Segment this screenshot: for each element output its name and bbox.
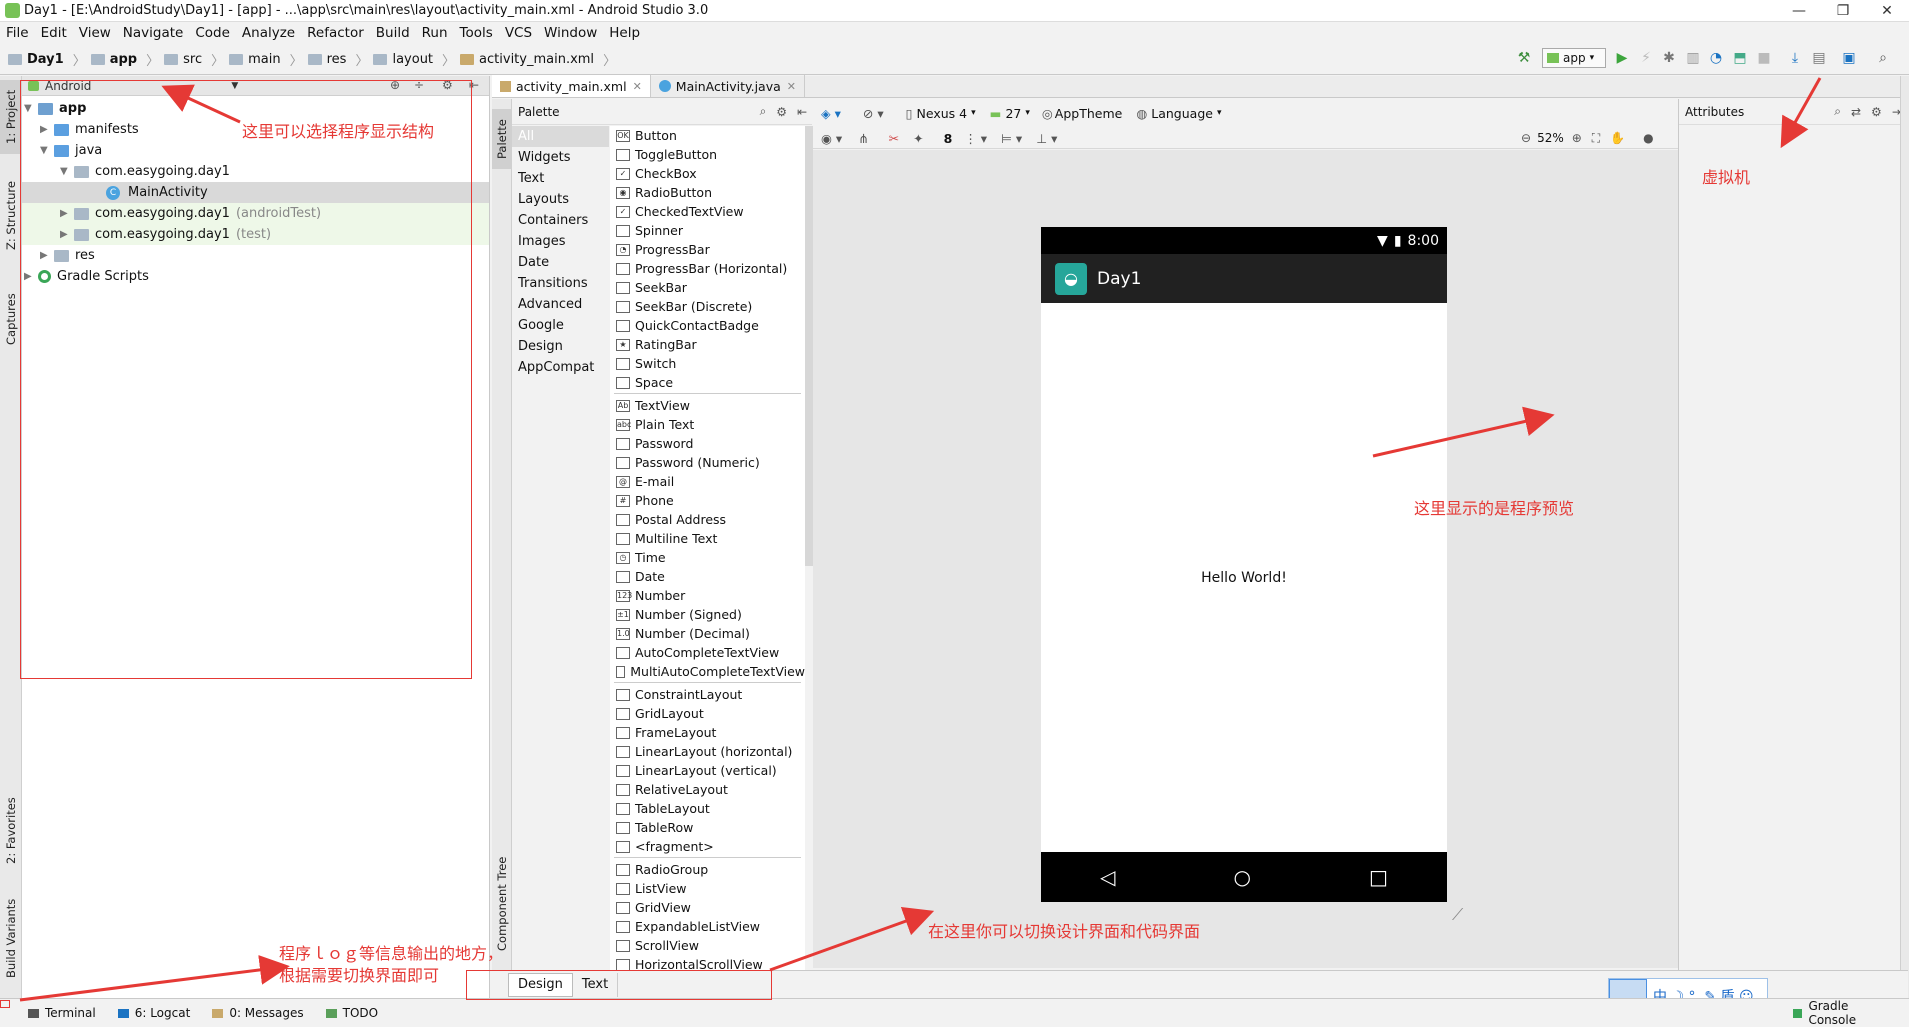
annotation-log-line2: 根据需要切换界面即可 — [279, 966, 440, 985]
annotation-arrow-structure — [161, 84, 241, 124]
annotation-switch: 在这里你可以切换设计界面和代码界面 — [928, 922, 1201, 941]
annotation-log-line1: 程序ｌｏｇ等信息输出的地方， — [279, 944, 504, 963]
annotation-arrow-emulator — [1780, 77, 1822, 149]
annotation-structure: 这里可以选择程序显示结构 — [242, 122, 435, 141]
annotation-preview: 这里显示的是程序预览 — [1414, 499, 1575, 518]
annotation-arrow-preview — [1372, 406, 1555, 458]
annotation-emulator: 虚拟机 — [1702, 168, 1751, 187]
annotation-arrow-log — [19, 954, 290, 1002]
annotation-arrow-switch — [769, 906, 935, 972]
annotation-arrows — [19, 77, 1822, 1002]
